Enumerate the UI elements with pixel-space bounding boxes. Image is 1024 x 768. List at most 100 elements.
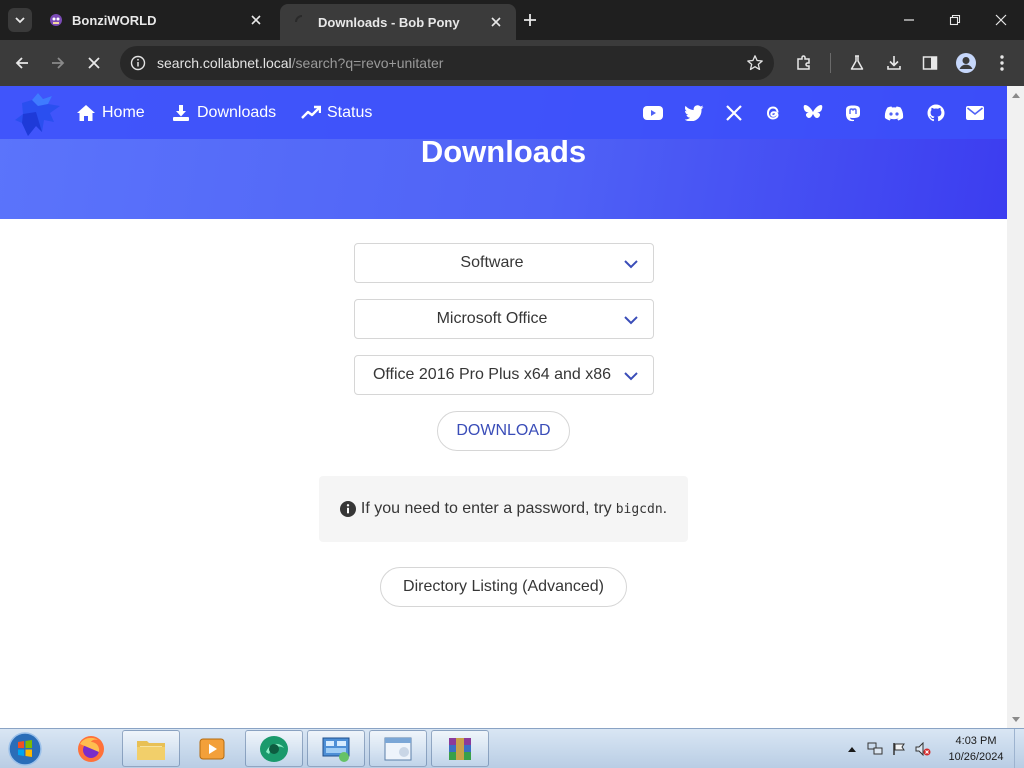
nav-status-label: Status [327,103,373,121]
tab-search-button[interactable] [8,8,32,32]
notice-text: If you need to enter a password, try [360,500,612,517]
profile-button[interactable] [954,51,978,75]
nav-status[interactable]: Status [301,86,372,139]
nav-home-label: Home [102,103,145,121]
x-icon[interactable] [724,103,744,123]
info-icon [339,501,356,517]
minimize-button[interactable] [886,0,932,40]
arrow-right-icon [52,57,65,69]
network-icon[interactable] [867,741,883,757]
version-select[interactable]: Office 2016 Pro Plus x64 and x86 [354,355,654,395]
page-scrollbar[interactable] [1007,86,1024,728]
minimize-icon [904,19,914,21]
scroll-up-arrow-icon[interactable] [1007,86,1024,103]
plus-icon [524,14,536,26]
twitter-icon[interactable] [684,103,704,123]
taskbar: 4:03 PM 10/26/2024 [0,728,1024,768]
directory-listing-button[interactable]: Directory Listing (Advanced) [380,567,627,607]
taskbar-winrar[interactable] [431,730,489,767]
chevron-down-icon [624,260,638,269]
password-notice: If you need to enter a password, try big… [319,476,688,542]
page-viewport: Home Downloads Status Downloads Software… [0,86,1007,728]
media-player-icon [199,738,225,759]
site-info-icon[interactable] [129,54,147,72]
taskbar-control-panel[interactable] [307,730,365,767]
youtube-icon[interactable] [643,103,663,123]
github-icon[interactable] [926,103,946,123]
close-window-button[interactable] [978,0,1024,40]
url-text: search.collabnet.local/search?q=revo+uni… [157,55,443,71]
system-clock[interactable]: 4:03 PM 10/26/2024 [940,733,1012,765]
email-icon[interactable] [965,103,985,123]
start-button[interactable] [4,731,46,767]
download-icon [171,103,191,123]
tab-title: Downloads - Bob Pony [318,14,460,30]
restore-button[interactable] [932,0,978,40]
category-select[interactable]: Software [354,243,654,283]
chevron-down-icon [15,17,25,24]
stop-loading-button[interactable] [82,51,106,75]
forward-button[interactable] [46,51,70,75]
bookmark-star-icon[interactable] [746,54,764,72]
toolbar-divider [830,53,831,73]
nav-home[interactable]: Home [76,86,145,139]
tab-downloads-bob-pony[interactable]: Downloads - Bob Pony [280,4,516,40]
clock-date: 10/26/2024 [948,751,1004,763]
action-center-flag-icon[interactable] [891,741,907,757]
download-icon [887,56,901,70]
windows-orb-icon [8,732,42,766]
account-icon [956,53,976,73]
show-hidden-icons-icon[interactable] [844,741,860,757]
mastodon-icon[interactable] [843,103,863,123]
scroll-down-arrow-icon[interactable] [1007,711,1024,728]
arrow-left-icon [15,57,28,69]
downloads-button[interactable] [882,51,906,75]
product-select[interactable]: Microsoft Office [354,299,654,339]
taskbar-firefox[interactable] [62,730,120,767]
taskbar-media-player[interactable] [183,730,241,767]
labs-button[interactable] [845,51,869,75]
tab-bonziworld[interactable]: BonziWORLD [40,0,276,40]
page-title: Downloads [420,134,587,169]
extensions-button[interactable] [792,51,816,75]
threads-icon[interactable] [763,103,783,123]
tab-title: BonziWORLD [72,12,157,28]
taskbar-explorer[interactable] [122,730,180,767]
new-tab-button[interactable] [520,10,540,30]
show-desktop-button[interactable] [1014,729,1024,768]
trending-up-icon [301,103,321,123]
menu-button[interactable] [990,51,1014,75]
bonzi-favicon-icon [48,12,64,28]
bluesky-icon[interactable] [803,103,823,123]
close-icon [88,57,100,69]
site-logo[interactable] [12,90,64,140]
url-host: search.collabnet.local [157,55,292,71]
control-panel-icon [322,737,350,762]
address-bar[interactable]: search.collabnet.local/search?q=revo+uni… [120,46,774,80]
category-select-value: Software [460,254,524,271]
taskbar-app-green[interactable] [245,730,303,767]
browser-toolbar: search.collabnet.local/search?q=revo+uni… [0,40,1024,86]
home-icon [76,103,96,123]
volume-muted-icon[interactable] [915,741,931,757]
close-tab-icon[interactable] [248,12,264,28]
flask-icon [850,55,864,70]
back-button[interactable] [10,51,34,75]
chevron-down-icon [624,316,638,325]
loading-spinner-icon [294,14,310,30]
side-panel-button[interactable] [918,51,942,75]
tab-strip: BonziWORLD Downloads - Bob Pony [0,0,1024,40]
taskbar-browser-window[interactable] [369,730,427,767]
winrar-icon [449,737,471,760]
discord-icon[interactable] [884,103,904,123]
nav-downloads-label: Downloads [197,103,277,121]
restore-icon [949,14,961,26]
version-select-value: Office 2016 Pro Plus x64 and x86 [372,366,612,383]
site-navbar: Home Downloads Status [0,86,1007,139]
close-tab-icon[interactable] [488,14,504,30]
nav-downloads[interactable]: Downloads [171,86,276,139]
kebab-menu-icon [1000,55,1004,71]
download-button[interactable]: DOWNLOAD [437,411,570,451]
notice-suffix: . [662,500,668,517]
window-icon [384,737,412,760]
